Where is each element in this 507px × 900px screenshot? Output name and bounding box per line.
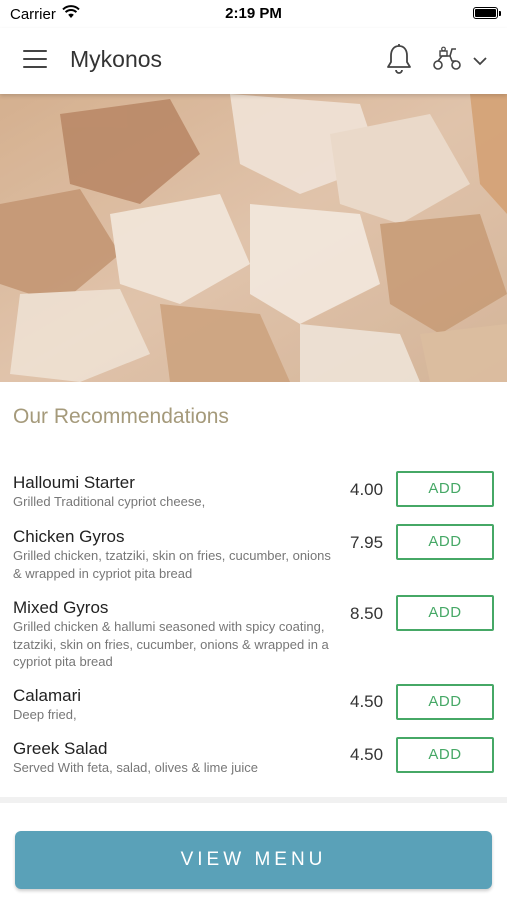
menu-item-name: Halloumi Starter [13, 473, 135, 492]
view-menu-button[interactable]: VIEW MENU [15, 831, 492, 889]
menu-item-description: Grilled chicken & hallumi seasoned with … [13, 619, 329, 669]
restaurant-title: Mykonos [70, 46, 163, 72]
hero-food-image [0, 94, 507, 382]
section-title: Our Recommendations [13, 405, 229, 428]
add-button[interactable]: ADD [396, 471, 494, 507]
menu-item-description: Grilled chicken, tzatziki, skin on fries… [13, 548, 331, 581]
menu-item-name: Chicken Gyros [13, 527, 125, 546]
status-bar: Carrier 2:19 PM [0, 0, 507, 28]
scooter-icon[interactable] [432, 46, 462, 77]
menu-item-price: 8.50 [350, 604, 384, 623]
bell-icon[interactable] [385, 43, 413, 80]
status-time: 2:19 PM [225, 5, 282, 22]
menu-item-description: Deep fried, [13, 707, 77, 722]
menu-item-description: Served With feta, salad, olives & lime j… [13, 760, 258, 775]
add-button[interactable]: ADD [396, 595, 494, 631]
menu-item-price: 4.50 [350, 692, 384, 711]
menu-icon[interactable] [23, 50, 47, 70]
add-button[interactable]: ADD [396, 684, 494, 720]
menu-item-price: 7.95 [350, 533, 384, 552]
nav-bar: Mykonos [0, 28, 507, 94]
divider [0, 797, 507, 803]
chevron-down-icon[interactable] [473, 53, 487, 71]
battery-icon [473, 7, 501, 19]
menu-item-name: Mixed Gyros [13, 598, 109, 617]
menu-item-price: 4.50 [350, 745, 384, 764]
menu-item-name: Calamari [13, 686, 82, 705]
menu-item-description: Grilled Traditional cypriot cheese, [13, 494, 206, 509]
add-button[interactable]: ADD [396, 524, 494, 560]
menu-item-price: 4.00 [350, 480, 384, 499]
menu-item-name: Greek Salad [13, 739, 108, 758]
add-button[interactable]: ADD [396, 737, 494, 773]
